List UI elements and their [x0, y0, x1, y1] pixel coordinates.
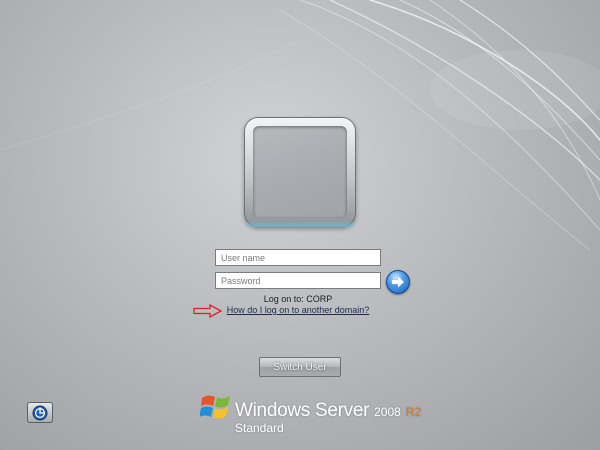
user-picture-tile — [244, 117, 356, 227]
username-input[interactable] — [215, 249, 381, 266]
switch-user-button[interactable]: Switch User — [259, 357, 341, 377]
submit-button[interactable] — [386, 270, 410, 294]
user-picture — [253, 126, 347, 218]
ease-of-access-icon — [32, 405, 48, 421]
logon-screen: Log on to: CORP How do I log on to anoth… — [0, 0, 600, 450]
windows-server-branding: Windows Server 2008 R2 Standard — [200, 393, 421, 437]
another-domain-link[interactable]: How do I log on to another domain? — [205, 305, 391, 315]
password-input[interactable] — [215, 272, 381, 289]
product-version: 2008 — [374, 405, 401, 419]
windows-flag-icon — [200, 395, 230, 419]
arrow-right-icon — [392, 276, 404, 288]
product-release: R2 — [405, 405, 422, 419]
product-title: Windows Server — [235, 400, 370, 421]
product-edition: Standard — [235, 421, 284, 435]
ease-of-access-button[interactable] — [27, 402, 53, 423]
logon-domain-text: Log on to: CORP — [263, 294, 333, 304]
product-name: Windows Server 2008 R2 — [235, 400, 421, 422]
